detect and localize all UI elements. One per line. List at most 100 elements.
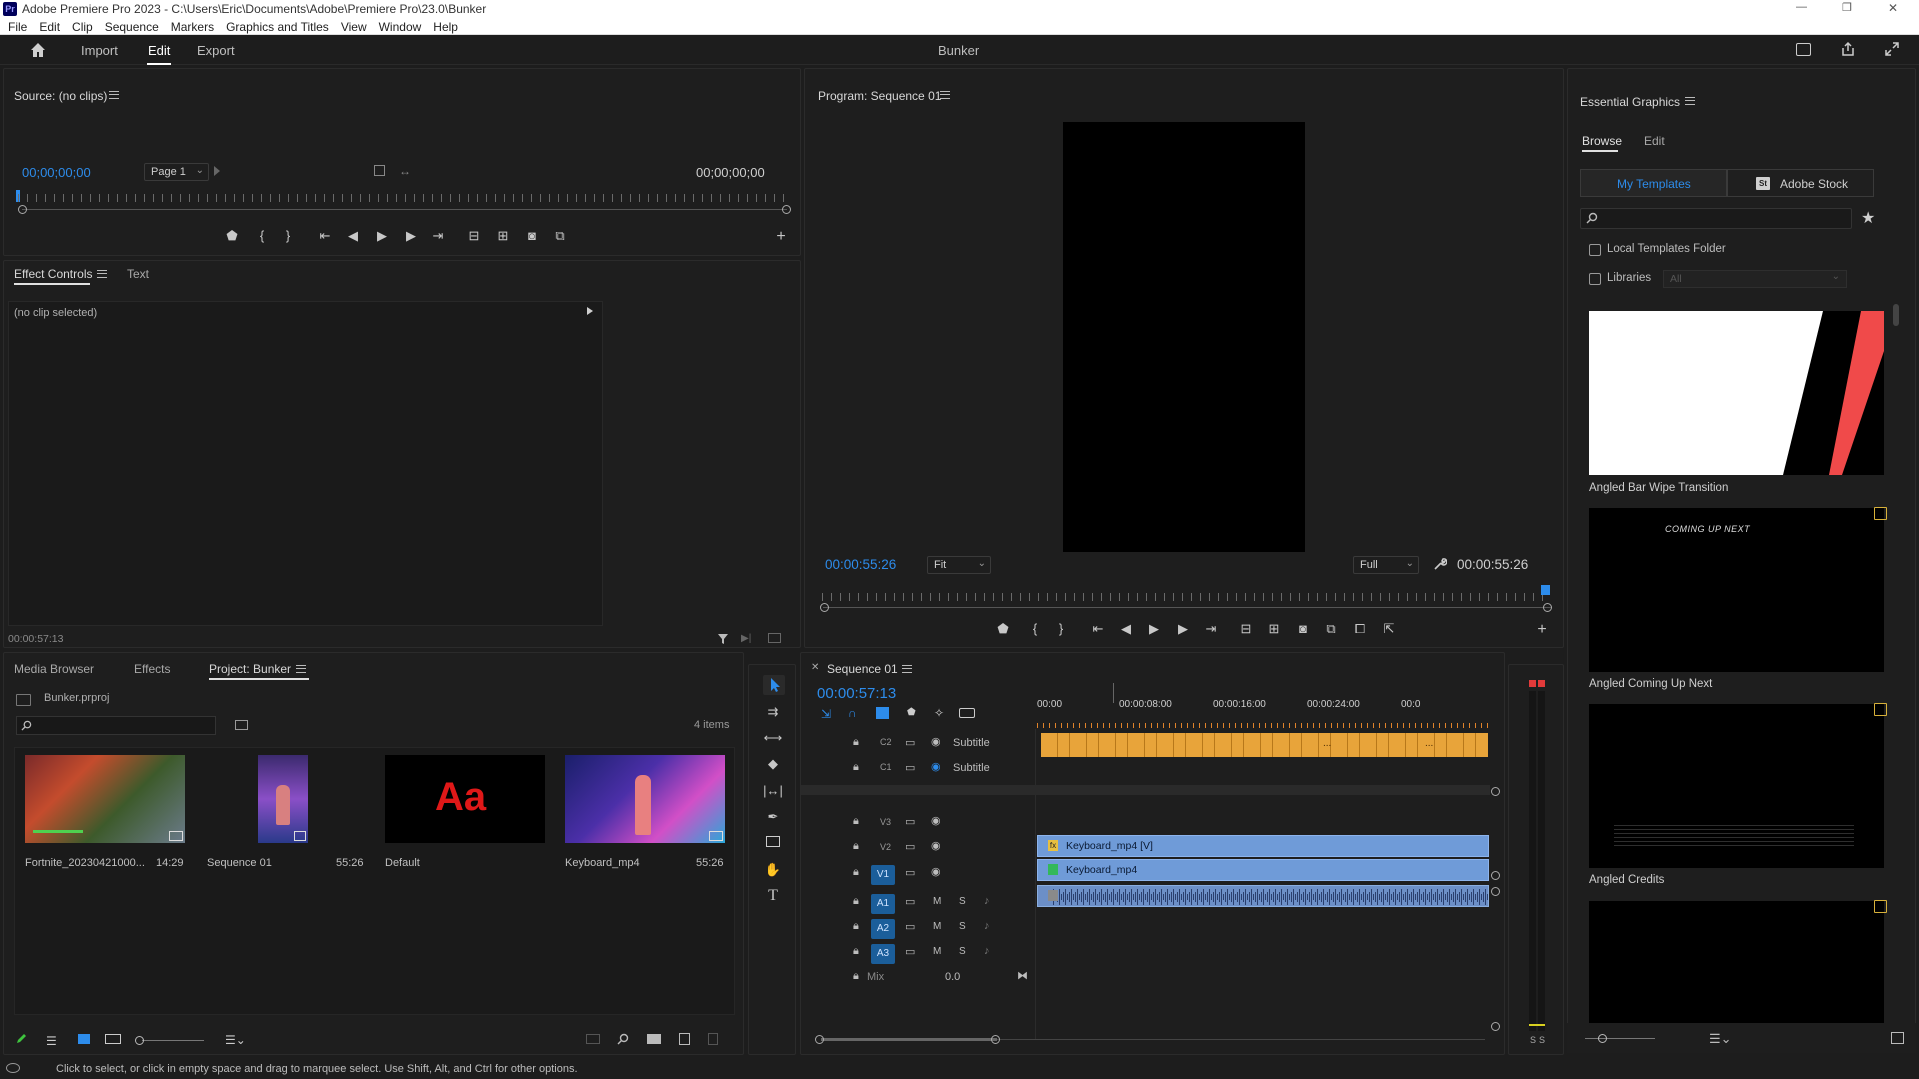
- program-video-frame[interactable]: [1063, 122, 1305, 552]
- mark-in-icon[interactable]: {: [252, 226, 272, 246]
- razor-tool-icon[interactable]: ◆: [763, 754, 783, 774]
- comparison-view-icon[interactable]: ⧉: [1321, 619, 1341, 639]
- step-back-icon[interactable]: ◀: [343, 226, 363, 246]
- add-marker-icon[interactable]: ⬟: [993, 619, 1013, 639]
- program-timecode[interactable]: 00:00:55:26: [825, 557, 896, 572]
- audio-clip-a1[interactable]: [1037, 885, 1489, 907]
- export-frame-icon[interactable]: ◙: [522, 226, 542, 246]
- tab-browse[interactable]: Browse: [1582, 134, 1622, 148]
- toggle-sync-icon[interactable]: ▭: [905, 815, 915, 828]
- fit-select[interactable]: Fit ⌄: [927, 556, 991, 574]
- lock-icon[interactable]: 🔒︎: [853, 970, 859, 983]
- play-only-audio-icon[interactable]: ▶|: [741, 633, 751, 644]
- lock-icon[interactable]: 🔒︎: [853, 840, 859, 853]
- track-label-c2[interactable]: C2: [880, 737, 892, 747]
- track-label-v3[interactable]: V3: [880, 817, 891, 827]
- button-editor-icon[interactable]: ⧉: [550, 226, 570, 246]
- list-view-icon[interactable]: ☰: [46, 1034, 57, 1048]
- extract-icon[interactable]: ⊞: [1264, 619, 1284, 639]
- sort-icons-icon[interactable]: ☰⌄: [225, 1033, 246, 1047]
- track-label-c1[interactable]: C1: [880, 762, 892, 772]
- toggle-sync-icon[interactable]: ▭: [905, 945, 915, 958]
- menu-clip[interactable]: Clip: [72, 20, 93, 34]
- mix-end-icon[interactable]: ⧓: [1017, 969, 1028, 982]
- quality-select[interactable]: Full ⌄: [1353, 556, 1419, 574]
- menu-window[interactable]: Window: [379, 20, 422, 34]
- thumbnail-size-slider[interactable]: [1585, 1038, 1655, 1039]
- menu-edit[interactable]: Edit: [39, 20, 60, 34]
- linked-selection-icon[interactable]: [876, 707, 889, 719]
- step-forward-icon[interactable]: ▶: [1173, 619, 1193, 639]
- mute-button[interactable]: M: [933, 896, 941, 907]
- video-clip-v1[interactable]: Keyboard_mp4: [1037, 859, 1489, 881]
- add-marker-icon[interactable]: ⬟: [907, 707, 916, 718]
- track-target-v1[interactable]: V1: [871, 865, 895, 885]
- pencil-icon[interactable]: [15, 1032, 28, 1045]
- tab-media-browser[interactable]: Media Browser: [14, 662, 94, 676]
- play-icon[interactable]: ▶: [1144, 619, 1164, 639]
- settings-small-icon[interactable]: [374, 165, 385, 176]
- source-monitor-title[interactable]: Source: (no clips): [14, 89, 107, 103]
- sequence-tab[interactable]: Sequence 01: [827, 662, 898, 676]
- zoom-handle-left[interactable]: [815, 1035, 824, 1044]
- tab-export[interactable]: Export: [197, 43, 235, 58]
- lock-icon[interactable]: 🔒︎: [853, 761, 859, 774]
- lock-icon[interactable]: 🔒︎: [853, 866, 859, 879]
- meter-solo-left[interactable]: S: [1530, 1035, 1536, 1045]
- lock-icon[interactable]: 🔒︎: [853, 945, 859, 958]
- essential-graphics-menu-icon[interactable]: [1685, 97, 1695, 105]
- template-thumb-angled-coming-up-next[interactable]: COMING UP NEXT: [1589, 508, 1884, 672]
- hand-tool-icon[interactable]: ✋: [763, 860, 783, 880]
- voiceover-mic-icon[interactable]: ♪: [984, 895, 990, 907]
- track-target-a2[interactable]: A2: [871, 919, 895, 939]
- program-monitor-title[interactable]: Program: Sequence 01: [818, 89, 941, 103]
- project-item-thumb-fortnite[interactable]: [25, 755, 185, 843]
- insert-sequence-icon[interactable]: ⇲: [821, 707, 831, 721]
- menu-markers[interactable]: Markers: [171, 20, 214, 34]
- share-icon[interactable]: [1840, 41, 1856, 57]
- freeform-view-icon[interactable]: [105, 1034, 121, 1044]
- play-icon[interactable]: ▶: [372, 226, 392, 246]
- step-back-icon[interactable]: ◀: [1116, 619, 1136, 639]
- project-search-input[interactable]: [16, 716, 216, 735]
- add-button-icon[interactable]: +: [1532, 620, 1552, 640]
- close-button[interactable]: ✕: [1888, 1, 1898, 15]
- zoom-handle-left[interactable]: [820, 603, 829, 612]
- eye-hidden-icon[interactable]: ◉: [931, 760, 941, 773]
- menu-file[interactable]: File: [8, 20, 27, 34]
- eye-icon[interactable]: ◉: [931, 735, 941, 748]
- templates-search-input[interactable]: [1580, 208, 1852, 229]
- program-playhead[interactable]: [1541, 585, 1550, 595]
- mute-button[interactable]: M: [933, 946, 941, 957]
- close-sequence-icon[interactable]: ✕: [811, 662, 819, 673]
- lock-icon[interactable]: 🔒︎: [853, 920, 859, 933]
- add-marker-icon[interactable]: ⬟: [222, 226, 242, 246]
- toggle-sync-icon[interactable]: ▭: [905, 736, 915, 749]
- toggle-sync-icon[interactable]: ▭: [905, 761, 915, 774]
- templates-scrollbar[interactable]: [1893, 304, 1899, 326]
- clear-icon[interactable]: [708, 1033, 718, 1045]
- solo-button[interactable]: S: [959, 921, 966, 932]
- toggle-sync-icon[interactable]: ▭: [905, 866, 915, 879]
- tab-project-bunker[interactable]: Project: Bunker: [209, 662, 291, 676]
- mark-out-icon[interactable]: }: [1051, 619, 1071, 639]
- solo-button[interactable]: S: [959, 946, 966, 957]
- new-item-icon[interactable]: [679, 1033, 690, 1045]
- zoom-slider-knob[interactable]: [135, 1036, 144, 1045]
- template-thumb-angled-bar-wipe[interactable]: [1589, 311, 1884, 475]
- eye-icon[interactable]: ◉: [931, 839, 941, 852]
- filter-icon[interactable]: [717, 633, 729, 645]
- selection-tool-icon[interactable]: [763, 675, 785, 695]
- lock-icon[interactable]: 🔒︎: [853, 815, 859, 828]
- timeline-timecode[interactable]: 00:00:57:13: [817, 685, 896, 702]
- proxy-toggle-icon[interactable]: ⇱: [1379, 619, 1399, 639]
- menu-sequence[interactable]: Sequence: [105, 20, 159, 34]
- favorites-star-icon[interactable]: ★: [1861, 208, 1875, 228]
- find-icon[interactable]: [617, 1033, 629, 1045]
- mute-button[interactable]: M: [933, 921, 941, 932]
- snap-magnet-icon[interactable]: ∩: [848, 706, 857, 720]
- toggle-sync-icon[interactable]: ▭: [905, 920, 915, 933]
- tab-effect-controls[interactable]: Effect Controls: [14, 267, 92, 281]
- menu-view[interactable]: View: [341, 20, 367, 34]
- add-button-icon[interactable]: +: [771, 227, 791, 247]
